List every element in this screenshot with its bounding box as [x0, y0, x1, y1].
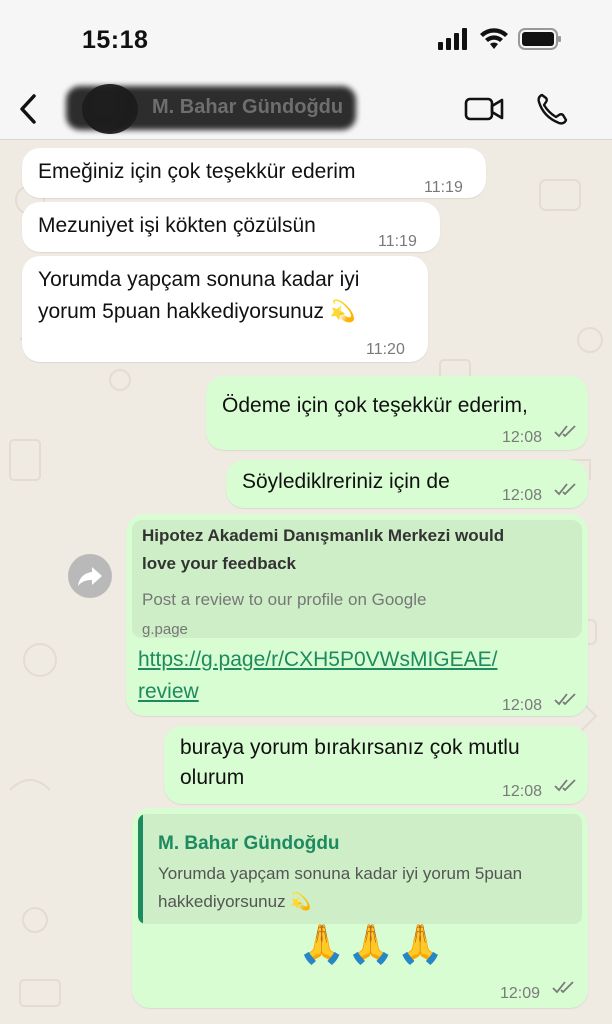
- wifi-icon: [480, 28, 508, 49]
- phone-icon[interactable]: [536, 92, 568, 126]
- status-bar: 15:18: [0, 0, 612, 78]
- outgoing-message[interactable]: Ödeme için çok teşekkür ederim, 12:08: [206, 376, 588, 450]
- message-time: 12:08: [502, 783, 543, 800]
- read-ticks-icon: [554, 483, 576, 496]
- message-time: 12:08: [502, 697, 543, 714]
- quote-accent-bar: [138, 814, 143, 924]
- outgoing-link-message[interactable]: Hipotez Akademi Danışmanlık Merkezi woul…: [126, 514, 588, 716]
- message-time: 12:09: [500, 985, 541, 1002]
- message-text: Emeğiniz için çok teşekkür ederim: [38, 160, 356, 183]
- link-preview-title: Hipotez Akademi Danışmanlık Merkezi woul…: [142, 526, 505, 545]
- message-time: 12:08: [502, 429, 543, 446]
- status-time: 15:18: [82, 26, 149, 54]
- forward-icon: [78, 567, 102, 586]
- quoted-text-line: hakkediyorsunuz 💫: [158, 892, 312, 911]
- video-call-icon[interactable]: [464, 94, 504, 124]
- status-icons: [438, 28, 562, 50]
- link-preview-domain: g.page: [142, 621, 188, 638]
- review-link[interactable]: https://g.page/r/CXH5P0VWsMIGEAE/: [138, 644, 497, 675]
- quoted-message[interactable]: M. Bahar Gündoğdu Yorumda yapçam sonuna …: [138, 814, 582, 924]
- contact-name[interactable]: M. Bahar Gündoğdu: [152, 96, 343, 119]
- outgoing-message[interactable]: Söylediklreriniz için de 12:08: [226, 460, 588, 508]
- incoming-message[interactable]: Mezuniyet işi kökten çözülsün 11:19: [22, 202, 440, 252]
- link-preview-description: Post a review to our profile on Google: [142, 590, 427, 609]
- message-text-line: Yorumda yapçam sonuna kadar iyi: [38, 268, 360, 291]
- review-link[interactable]: review: [138, 676, 199, 707]
- message-time: 11:19: [378, 233, 417, 250]
- outgoing-reply-message[interactable]: M. Bahar Gündoğdu Yorumda yapçam sonuna …: [132, 808, 588, 1008]
- outgoing-message[interactable]: buraya yorum bırakırsanız çok mutlu olur…: [164, 726, 588, 804]
- chat-header: M. Bahar Gündoğdu: [0, 78, 612, 140]
- read-ticks-icon: [554, 425, 576, 438]
- message-text-line: yorum 5puan hakkediyorsunuz 💫: [38, 300, 356, 323]
- link-preview-card[interactable]: Hipotez Akademi Danışmanlık Merkezi woul…: [132, 520, 582, 638]
- message-text: Ödeme için çok teşekkür ederim,: [222, 394, 528, 417]
- quoted-text-line: Yorumda yapçam sonuna kadar iyi yorum 5p…: [158, 864, 523, 883]
- read-ticks-icon: [554, 779, 576, 792]
- back-icon[interactable]: [14, 92, 44, 126]
- message-time: 11:20: [366, 341, 405, 358]
- link-preview-title: love your feedback: [142, 554, 297, 573]
- battery-icon: [518, 28, 561, 50]
- quoted-sender-name: M. Bahar Gündoğdu: [158, 833, 340, 854]
- message-time: 12:08: [502, 487, 543, 504]
- forward-button[interactable]: [68, 554, 112, 598]
- message-text: Mezuniyet işi kökten çözülsün: [38, 214, 316, 237]
- signal-icon: [438, 28, 467, 50]
- message-text-line: buraya yorum bırakırsanız çok mutlu: [180, 736, 520, 759]
- chat-area[interactable]: Emeğiniz için çok teşekkür ederim 11:19 …: [0, 140, 612, 1024]
- message-time: 11:19: [424, 179, 463, 196]
- incoming-message[interactable]: Yorumda yapçam sonuna kadar iyi yorum 5p…: [22, 256, 428, 362]
- message-text: Söylediklreriniz için de: [242, 470, 450, 493]
- read-ticks-icon: [552, 981, 574, 994]
- read-ticks-icon: [554, 693, 576, 706]
- incoming-message[interactable]: Emeğiniz için çok teşekkür ederim 11:19: [22, 148, 486, 198]
- message-text-line: olurum: [180, 766, 245, 789]
- message-emoji: 🙏🙏🙏: [298, 924, 446, 966]
